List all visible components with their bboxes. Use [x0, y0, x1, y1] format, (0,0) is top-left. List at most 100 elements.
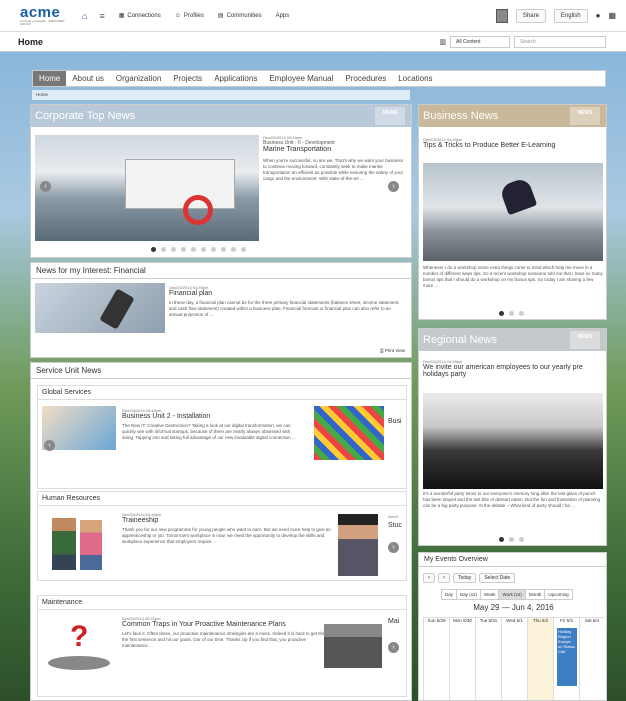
global-right-title[interactable]: Busi	[388, 418, 402, 425]
language-button[interactable]: English	[553, 8, 588, 23]
print-view-link[interactable]: ⎙ Print View	[380, 348, 405, 353]
interest-headline[interactable]: Financial plan	[169, 290, 405, 297]
business-headline[interactable]: Tips & Tricks to Produce Better E-Learni…	[423, 142, 603, 149]
interest-body: In these day, a financial plan cannot be…	[169, 300, 400, 317]
view-day-x2[interactable]: Day (x2)	[457, 590, 482, 599]
next-week-button[interactable]: ›	[438, 573, 450, 583]
menu-icon[interactable]: ≡	[99, 11, 104, 21]
view-week[interactable]: Week	[481, 590, 500, 599]
logo[interactable]: acme innovate renewable · EMPOWER GROUP	[20, 5, 70, 26]
communities-link[interactable]: ▤ Communities	[218, 12, 262, 20]
day-header: Tue 5/31	[479, 618, 498, 623]
global-prev-icon[interactable]: ‹	[44, 440, 55, 451]
hr-headline[interactable]: Traineeship	[122, 517, 332, 524]
person-figure	[52, 518, 76, 570]
communities-label: Communities	[226, 12, 262, 19]
day-header: Fri 6/3	[560, 618, 573, 623]
view-work-x2[interactable]: Work (x2)	[499, 590, 526, 599]
carousel-dot[interactable]	[201, 247, 206, 252]
nav-employee-manual[interactable]: Employee Manual	[263, 71, 339, 86]
interest-news-panel: News for my Interest: Financial Dec/02/2…	[30, 262, 412, 358]
print-view-label: Print View	[384, 348, 405, 353]
global-category[interactable]: Business Unit 2 - Installation	[122, 413, 302, 420]
home-icon[interactable]: ⌂	[82, 11, 87, 21]
nav-projects[interactable]: Projects	[167, 71, 208, 86]
day-header: Thu 6/2	[532, 618, 549, 623]
carousel-dot[interactable]	[221, 247, 226, 252]
corp-headline[interactable]: Marine Transportation	[263, 146, 403, 153]
calendar-event[interactable]: Holiday Region Europe on Status Call	[557, 628, 577, 686]
search-input[interactable]: Search	[514, 35, 606, 48]
select-date-button[interactable]: Select Date	[479, 573, 516, 583]
news-tag: NEWS	[570, 107, 600, 125]
share-button[interactable]: Share	[515, 8, 546, 23]
carousel-dot[interactable]	[509, 311, 514, 316]
nav-organization[interactable]: Organization	[110, 71, 167, 86]
events-title: My Events Overview	[419, 553, 606, 567]
carousel-dot[interactable]	[151, 247, 156, 252]
maintenance-label: Maintenance	[38, 596, 406, 610]
carousel-dot[interactable]	[231, 247, 236, 252]
carousel-dot[interactable]	[509, 537, 514, 542]
carousel-dot[interactable]	[181, 247, 186, 252]
maint-body: Let's face it. Often times, our proactiv…	[122, 631, 330, 648]
prev-week-button[interactable]: ‹	[423, 573, 435, 583]
maint-next-icon[interactable]: ›	[388, 642, 399, 653]
title-bar: Home ▥ All Content Search	[0, 32, 626, 52]
logo-text: acme	[20, 4, 61, 21]
breadcrumb[interactable]: Home	[32, 90, 410, 100]
nav-procedures[interactable]: Procedures	[339, 71, 392, 86]
global-services-label: Global Services	[38, 386, 406, 400]
regional-body: It's a wonderful party times to our ever…	[423, 491, 601, 508]
carousel-dot[interactable]	[191, 247, 196, 252]
nav-about-us[interactable]: About us	[66, 71, 110, 86]
carousel-dot[interactable]	[519, 311, 524, 316]
regional-news-panel: Regional News NEWS Dec/02/2014 04:49pm We…	[418, 328, 607, 546]
hr-right-date: Nov/0	[388, 514, 399, 519]
carousel-dot[interactable]	[161, 247, 166, 252]
day-column: Fri 6/3 Holiday Region Europe on Status …	[553, 618, 579, 700]
help-icon[interactable]: ●	[596, 11, 601, 20]
nav-home[interactable]: Home	[33, 71, 67, 86]
business-carousel-dots	[499, 311, 524, 316]
calendar-grid: Sun 5/29 Mon 5/30 Tue 5/31 Wed 6/1 Thu 6…	[423, 617, 604, 700]
nav-applications[interactable]: Applications	[208, 71, 263, 86]
corp-body: When you're successful, so are we. That'…	[263, 158, 403, 181]
page-title: Home	[18, 36, 44, 47]
party-crowd-image	[423, 393, 603, 489]
man-figure	[498, 176, 538, 216]
interest-news-title: News for my Interest: Financial	[31, 263, 411, 279]
carousel-dot[interactable]	[241, 247, 246, 252]
today-button[interactable]: Today	[453, 573, 477, 583]
view-month[interactable]: Month	[526, 590, 546, 599]
profiles-label: Profiles	[183, 12, 204, 19]
connections-link[interactable]: ▦ Connections	[119, 12, 161, 20]
nav-locations[interactable]: Locations	[392, 71, 438, 86]
grid-icon[interactable]: ▦	[608, 11, 616, 20]
carousel-dot[interactable]	[499, 311, 504, 316]
apps-label: Apps	[275, 12, 290, 19]
day-header: Wed 6/1	[506, 618, 523, 623]
events-panel: My Events Overview ‹ › Today Select Date…	[418, 552, 607, 701]
hr-next-icon[interactable]: ›	[388, 542, 399, 553]
scope-select[interactable]: All Content	[450, 35, 510, 48]
carousel-dot[interactable]	[211, 247, 216, 252]
carousel-dot[interactable]	[499, 537, 504, 542]
view-day[interactable]: Day	[442, 590, 458, 599]
carousel-dot[interactable]	[519, 537, 524, 542]
carousel-next-icon[interactable]: ›	[388, 181, 399, 192]
maint-right-title[interactable]: Mai	[388, 618, 399, 625]
carousel-dot[interactable]	[171, 247, 176, 252]
regional-headline[interactable]: We invite our american employees to our …	[423, 364, 603, 378]
view-upcoming[interactable]: Upcoming	[545, 590, 571, 599]
profiles-link[interactable]: ☺ Profiles	[175, 13, 204, 19]
day-column: Sun 5/29	[423, 618, 449, 700]
maint-headline[interactable]: Common Traps in Your Proactive Maintenan…	[122, 621, 332, 628]
regional-carousel-dots	[499, 537, 524, 542]
apps-link[interactable]: Apps	[276, 13, 290, 19]
hr-right-title[interactable]: Stuc	[388, 522, 402, 529]
user-avatar[interactable]	[495, 8, 508, 23]
phone-hand-image	[35, 283, 165, 333]
trap-base	[48, 656, 110, 670]
carousel-prev-icon[interactable]: ‹	[40, 181, 51, 192]
